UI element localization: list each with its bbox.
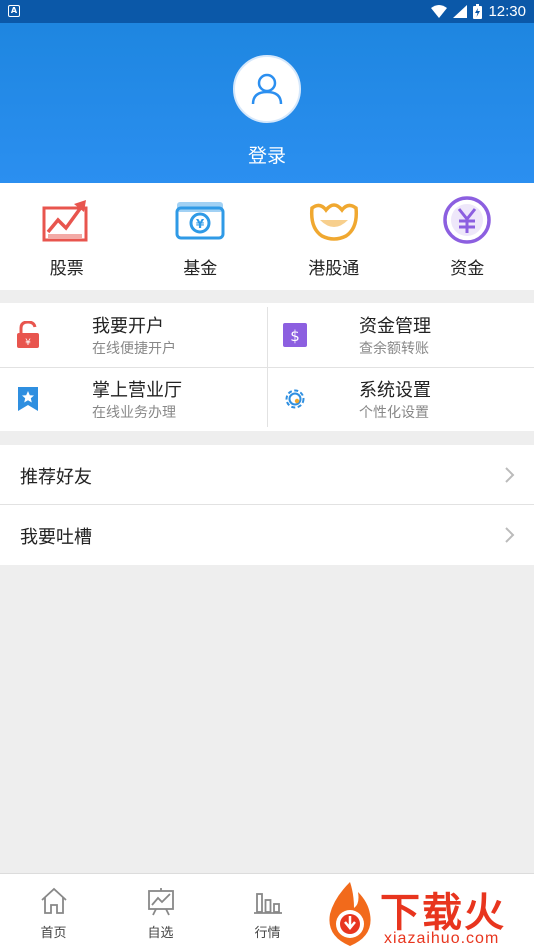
gear-icon [281, 385, 309, 413]
profile-header: 登录 [0, 23, 534, 183]
unlock-icon: ¥ [14, 321, 42, 349]
watermark-url: xiazaihuo.com [384, 930, 500, 947]
list-item-label: 我要吐槽 [20, 527, 92, 548]
divider [0, 367, 534, 368]
nav-label: 行情 [254, 926, 281, 941]
nav-label: 自选 [147, 926, 174, 941]
avatar[interactable] [233, 55, 301, 123]
list-item-recommend-friends[interactable]: 推荐好友 [0, 445, 534, 505]
notification-app-icon: A [8, 5, 20, 17]
category-funds[interactable]: ¥ 基金 [134, 183, 268, 290]
category-stocks[interactable]: 股票 [0, 183, 134, 290]
category-label: 港股通 [308, 259, 360, 279]
market-bars-icon [253, 893, 282, 914]
open-account-item[interactable]: ¥ 我要开户 在线便捷开户 [0, 303, 267, 367]
category-label: 股票 [49, 259, 84, 279]
svg-text:¥: ¥ [196, 217, 205, 231]
nav-watchlist[interactable]: 自选 [107, 874, 214, 950]
login-button[interactable]: 登录 [0, 141, 534, 168]
bookmark-star-icon [14, 385, 42, 413]
category-row: 股票 ¥ 基金 港股通 资金 [0, 183, 534, 290]
status-bar: A 12:30 [0, 0, 534, 23]
mobile-hall-item[interactable]: 掌上营业厅 在线业务办理 [0, 367, 267, 431]
grid-item-title: 掌上营业厅 [92, 380, 182, 401]
signal-icon [453, 5, 468, 18]
grid-item-subtitle: 在线便捷开户 [92, 341, 176, 357]
svg-text:¥: ¥ [25, 338, 31, 348]
chevron-right-icon [505, 527, 515, 543]
settings-list: 推荐好友 我要吐槽 [0, 445, 534, 565]
flame-logo-icon [329, 882, 371, 946]
clock-time: 12:30 [488, 3, 526, 20]
service-grid: ¥ 我要开户 在线便捷开户 $ 资金管理 查余额转账 掌上营业厅 在线业务办理 [0, 303, 534, 431]
nav-label: 首页 [40, 926, 67, 941]
grid-item-subtitle: 查余额转账 [359, 341, 429, 357]
status-icons: 12:30 [431, 0, 526, 23]
user-icon [251, 73, 283, 105]
home-icon [40, 887, 67, 914]
nav-home[interactable]: 首页 [0, 874, 107, 950]
system-settings-item[interactable]: 系统设置 个性化设置 [267, 367, 534, 431]
battery-icon [473, 4, 483, 19]
grid-item-title: 我要开户 [92, 316, 164, 337]
list-item-feedback[interactable]: 我要吐槽 [0, 505, 534, 565]
watermark-logo: 下载火 xiazaihuo.com [318, 878, 534, 950]
stock-chart-icon [40, 195, 94, 245]
grid-item-subtitle: 在线业务办理 [92, 405, 176, 421]
grid-item-subtitle: 个性化设置 [359, 405, 429, 421]
wifi-icon [431, 5, 448, 18]
svg-text:$: $ [290, 327, 300, 345]
category-label: 资金 [450, 259, 485, 279]
list-item-label: 推荐好友 [20, 467, 92, 488]
dollar-square-icon: $ [281, 321, 309, 349]
category-funds-account[interactable]: 资金 [401, 183, 534, 290]
grid-item-title: 系统设置 [359, 380, 431, 401]
grid-item-title: 资金管理 [359, 316, 431, 337]
hk-connect-icon [307, 195, 361, 245]
watchlist-chart-icon [147, 888, 174, 916]
category-hk-connect[interactable]: 港股通 [267, 183, 401, 290]
category-label: 基金 [183, 259, 218, 279]
nav-market[interactable]: 行情 [214, 874, 321, 950]
funds-management-item[interactable]: $ 资金管理 查余额转账 [267, 303, 534, 367]
yuan-coin-icon [440, 195, 494, 245]
fund-banknote-icon: ¥ [173, 195, 227, 245]
chevron-right-icon [505, 467, 515, 483]
